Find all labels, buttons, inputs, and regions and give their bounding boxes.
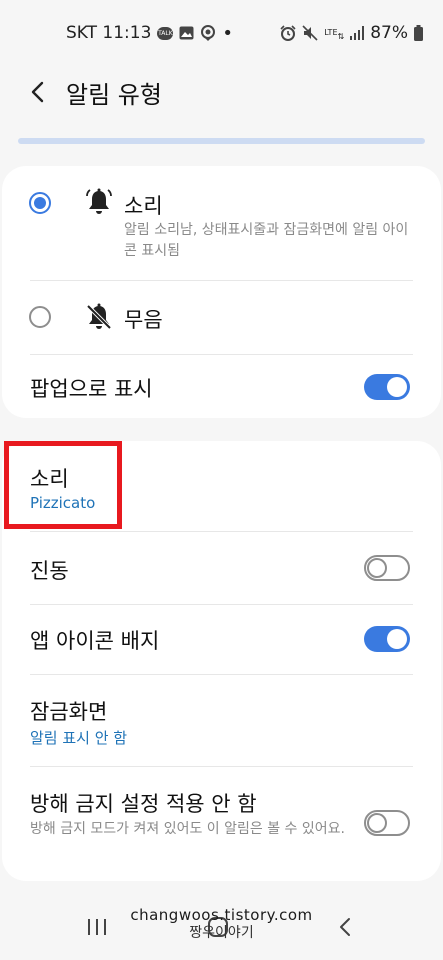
talk-icon: TALK xyxy=(157,26,174,40)
popup-label: 팝업으로 표시 xyxy=(30,377,153,401)
bell-off-icon xyxy=(86,303,112,331)
mute-icon xyxy=(302,25,318,41)
scroll-edge-indicator xyxy=(18,138,425,144)
lock-screen-value: 알림 표시 안 함 xyxy=(30,729,128,747)
image-icon xyxy=(179,26,194,40)
option-silent-title: 무음 xyxy=(124,308,163,332)
battery-percent: 87% xyxy=(370,23,408,43)
battery-icon xyxy=(414,25,423,41)
dnd-description: 방해 금지 모드가 켜져 있어도 이 알림은 볼 수 있어요. xyxy=(30,821,345,837)
popup-row[interactable]: 팝업으로 표시 xyxy=(2,354,441,418)
status-left: SKT 11:13 TALK • xyxy=(66,23,233,44)
popup-toggle[interactable] xyxy=(364,374,410,400)
more-dot-icon: • xyxy=(222,22,234,44)
notification-type-card: 소리 알림 소리남, 상태표시줄과 잠금화면에 알림 아이콘 표시됨 무음 팝업… xyxy=(2,166,441,418)
back-arrow-icon[interactable] xyxy=(22,76,54,108)
badge-row[interactable]: 앱 아이콘 배지 xyxy=(2,604,441,674)
carrier-time: SKT 11:13 xyxy=(66,23,152,43)
lte-icon: LTE ⇅ xyxy=(324,28,345,41)
vibration-label: 진동 xyxy=(30,559,69,583)
status-right: LTE ⇅ 87% xyxy=(280,23,423,43)
status-bar: SKT 11:13 TALK • LTE ⇅ 87% xyxy=(0,0,443,66)
sound-setting-label: 소리 xyxy=(30,467,69,491)
page-title: 알림 유형 xyxy=(66,80,162,109)
radio-silent[interactable] xyxy=(29,306,51,328)
sound-setting-value: Pizzicato xyxy=(30,494,96,512)
option-sound-row[interactable]: 소리 알림 소리남, 상태표시줄과 잠금화면에 알림 아이콘 표시됨 xyxy=(2,166,441,280)
lock-screen-label: 잠금화면 xyxy=(30,700,108,724)
radio-sound[interactable] xyxy=(29,192,51,214)
location-icon xyxy=(200,25,216,41)
badge-toggle[interactable] xyxy=(364,626,410,652)
option-sound-title: 소리 xyxy=(124,194,163,218)
dnd-label: 방해 금지 설정 적용 안 함 xyxy=(30,792,257,816)
signal-icon xyxy=(350,26,365,40)
alarm-icon xyxy=(280,25,296,41)
vibration-toggle[interactable] xyxy=(364,555,410,581)
dnd-toggle[interactable] xyxy=(364,810,410,836)
bell-icon xyxy=(86,188,112,216)
notification-settings-card: 소리 Pizzicato 진동 앱 아이콘 배지 잠금화면 알림 표시 안 함 … xyxy=(2,441,441,881)
badge-label: 앱 아이콘 배지 xyxy=(30,629,160,653)
app-bar: 알림 유형 xyxy=(0,66,443,118)
watermark-name: 짱우이야기 xyxy=(189,925,254,941)
sound-setting-row[interactable]: 소리 Pizzicato xyxy=(2,441,441,531)
option-silent-row[interactable]: 무음 xyxy=(2,280,441,354)
dnd-row[interactable]: 방해 금지 설정 적용 안 함 방해 금지 모드가 켜져 있어도 이 알림은 볼… xyxy=(2,766,441,881)
option-sound-description: 알림 소리남, 상태표시줄과 잠금화면에 알림 아이콘 표시됨 xyxy=(124,222,409,259)
vibration-row[interactable]: 진동 xyxy=(2,531,441,604)
lock-screen-row[interactable]: 잠금화면 알림 표시 안 함 xyxy=(2,674,441,766)
